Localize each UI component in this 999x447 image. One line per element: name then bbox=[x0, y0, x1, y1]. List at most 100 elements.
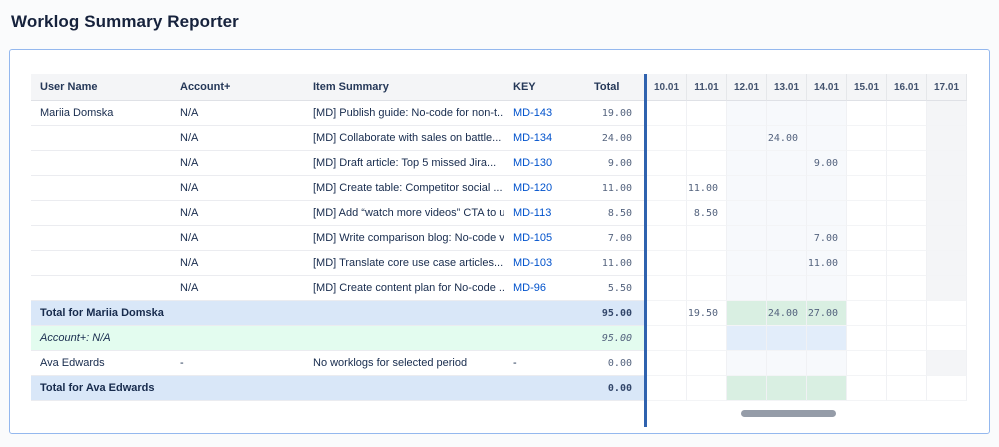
table-row: N/A [MD] Collaborate with sales on battle… bbox=[31, 126, 968, 151]
total-cell: 0.00 bbox=[582, 351, 644, 376]
date-cell bbox=[887, 126, 927, 151]
issue-key-link[interactable]: MD-134 bbox=[513, 132, 552, 144]
issue-key-link[interactable]: MD-143 bbox=[513, 107, 552, 119]
date-cell bbox=[847, 301, 887, 326]
date-column-header: 15.01 bbox=[847, 74, 887, 101]
date-cell bbox=[687, 251, 727, 276]
table-row: Total for Mariia Domska 95.00 19.50 24.00 27… bbox=[31, 301, 968, 326]
date-cell bbox=[647, 151, 687, 176]
date-cell: 27.00 bbox=[807, 301, 847, 326]
date-cell bbox=[887, 201, 927, 226]
column-header-user-name: User Name bbox=[31, 74, 171, 101]
issue-key-link[interactable]: MD-103 bbox=[513, 257, 552, 269]
issue-key-cell: MD-96 bbox=[504, 276, 582, 301]
issue-key-cell: MD-134 bbox=[504, 126, 582, 151]
table-row: N/A [MD] Create table: Competitor social … bbox=[31, 176, 968, 201]
item-summary-cell: [MD] Collaborate with sales on battle... bbox=[304, 126, 504, 151]
issue-key-cell: MD-120 bbox=[504, 176, 582, 201]
date-cell bbox=[727, 301, 767, 326]
date-cell bbox=[887, 276, 927, 301]
page-title: Worklog Summary Reporter bbox=[11, 12, 239, 31]
user-name-cell bbox=[31, 251, 171, 276]
issue-key-link[interactable]: MD-105 bbox=[513, 232, 552, 244]
date-cell bbox=[847, 151, 887, 176]
date-cell bbox=[927, 126, 967, 151]
account-cell: N/A bbox=[171, 226, 304, 251]
date-cell bbox=[727, 251, 767, 276]
issue-key-cell: MD-130 bbox=[504, 151, 582, 176]
issue-key-link[interactable]: MD-120 bbox=[513, 182, 552, 194]
item-summary-cell: [MD] Draft article: Top 5 missed Jira... bbox=[304, 151, 504, 176]
row-label-cell: Total for Ava Edwards bbox=[31, 376, 582, 401]
date-cell bbox=[847, 326, 887, 351]
date-cells bbox=[647, 326, 967, 351]
item-summary-cell: [MD] Create content plan for No-code ... bbox=[304, 276, 504, 301]
date-cell bbox=[887, 226, 927, 251]
item-summary-cell: [MD] Write comparison blog: No-code v... bbox=[304, 226, 504, 251]
table-header-row: User Name Account+ Item Summary KEY Tota… bbox=[31, 74, 968, 101]
table-row: Total for Ava Edwards 0.00 bbox=[31, 376, 968, 401]
horizontal-scrollbar-thumb[interactable] bbox=[741, 410, 836, 417]
footer-spacer bbox=[31, 401, 644, 427]
account-cell: N/A bbox=[171, 126, 304, 151]
date-cells bbox=[647, 376, 967, 401]
account-cell: N/A bbox=[171, 201, 304, 226]
user-name-cell: Mariia Domska bbox=[31, 101, 171, 126]
date-cell bbox=[687, 351, 727, 376]
date-cells bbox=[647, 276, 967, 301]
item-summary-cell: [MD] Add “watch more videos” CTA to u... bbox=[304, 201, 504, 226]
date-column-header: 16.01 bbox=[887, 74, 927, 101]
date-cell bbox=[687, 126, 727, 151]
date-cell bbox=[647, 226, 687, 251]
date-cell bbox=[727, 226, 767, 251]
total-cell: 9.00 bbox=[582, 151, 644, 176]
date-cell bbox=[847, 176, 887, 201]
date-cell bbox=[807, 326, 847, 351]
column-header-total: Total bbox=[582, 74, 644, 101]
date-cell bbox=[767, 376, 807, 401]
total-cell: 8.50 bbox=[582, 201, 644, 226]
date-cell bbox=[767, 226, 807, 251]
row-label-cell: Account+: N/A bbox=[31, 326, 582, 351]
date-cell bbox=[727, 176, 767, 201]
issue-key-cell: MD-105 bbox=[504, 226, 582, 251]
issue-key-link[interactable]: MD-96 bbox=[513, 282, 546, 294]
account-cell: N/A bbox=[171, 151, 304, 176]
issue-key-link[interactable]: MD-130 bbox=[513, 157, 552, 169]
table-body: Mariia Domska N/A [MD] Publish guide: No-c… bbox=[31, 101, 968, 401]
issue-key-link[interactable]: MD-113 bbox=[513, 207, 551, 219]
date-cell bbox=[887, 176, 927, 201]
date-cell bbox=[687, 101, 727, 126]
column-header-key: KEY bbox=[504, 74, 582, 101]
account-cell: - bbox=[171, 351, 304, 376]
table-row: N/A [MD] Add “watch more videos” CTA to u… bbox=[31, 201, 968, 226]
date-cell bbox=[927, 101, 967, 126]
date-cell bbox=[847, 276, 887, 301]
date-cell bbox=[767, 276, 807, 301]
date-cells: 11.00 bbox=[647, 176, 967, 201]
user-name-cell bbox=[31, 151, 171, 176]
grid-scroll-area[interactable] bbox=[647, 401, 967, 427]
date-cell bbox=[927, 151, 967, 176]
date-cell: 11.00 bbox=[807, 251, 847, 276]
date-cell: 9.00 bbox=[807, 151, 847, 176]
date-header-cells: 10.01 11.01 12.01 13.01 14.01 15.01 16.01 17.01 bbox=[647, 74, 967, 101]
date-cells: 11.00 bbox=[647, 251, 967, 276]
date-cell bbox=[727, 351, 767, 376]
account-cell: N/A bbox=[171, 276, 304, 301]
date-cell bbox=[887, 151, 927, 176]
date-cell bbox=[727, 101, 767, 126]
date-cell bbox=[647, 251, 687, 276]
column-header-item-summary: Item Summary bbox=[304, 74, 504, 101]
table-footer-row bbox=[31, 401, 968, 427]
total-cell: 5.50 bbox=[582, 276, 644, 301]
date-cell bbox=[847, 101, 887, 126]
date-cell: 24.00 bbox=[767, 301, 807, 326]
date-cells bbox=[647, 351, 967, 376]
account-cell: N/A bbox=[171, 101, 304, 126]
date-cell bbox=[927, 176, 967, 201]
user-name-cell bbox=[31, 276, 171, 301]
date-column-header: 11.01 bbox=[687, 74, 727, 101]
row-label-cell: Total for Mariia Domska bbox=[31, 301, 582, 326]
date-cell bbox=[727, 276, 767, 301]
